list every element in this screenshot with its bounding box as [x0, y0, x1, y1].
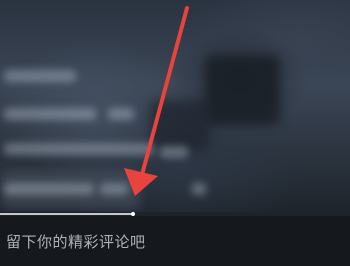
arrow-head	[124, 168, 158, 196]
comment-bar: 留下你的精彩评论吧	[0, 216, 350, 266]
progress-fill	[0, 213, 133, 215]
arrow-shaft	[138, 6, 189, 184]
comment-input[interactable]: 留下你的精彩评论吧	[6, 230, 146, 254]
video-player[interactable]	[0, 0, 350, 212]
annotation-arrow	[124, 6, 189, 196]
